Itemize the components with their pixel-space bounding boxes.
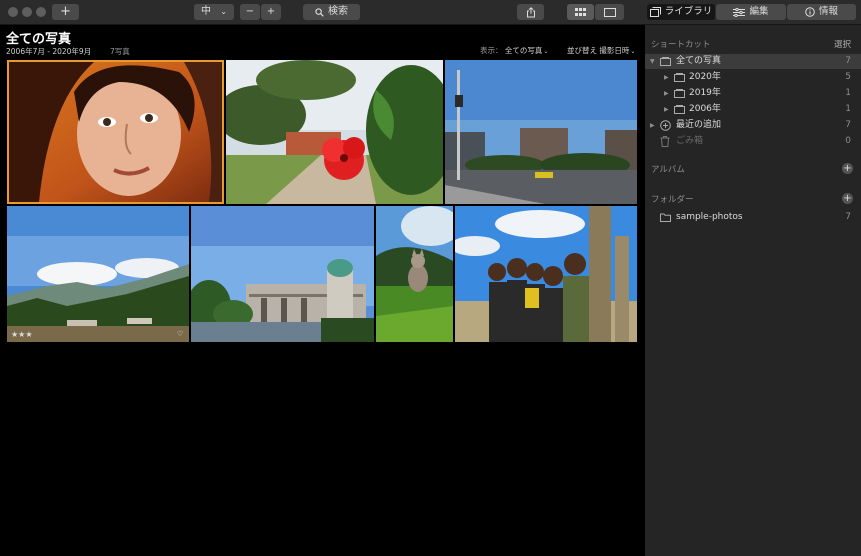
thumbnail-size-label: 中	[201, 6, 212, 17]
close-window-button[interactable]	[8, 7, 18, 17]
photo-thumbnail-building[interactable]	[191, 206, 374, 342]
tab-library-label: ライブラリ	[664, 6, 713, 17]
photo-thumbnail-cat[interactable]	[376, 206, 453, 342]
sidebar-item-label: 2019年	[689, 88, 721, 98]
tab-library[interactable]: ライブラリ	[647, 4, 715, 20]
share-button[interactable]	[517, 4, 544, 20]
sidebar-item-count: 1	[845, 104, 851, 114]
sidebar-item-count: 1	[845, 88, 851, 98]
tab-info-label: 情報	[818, 6, 838, 17]
photo-library-icon	[674, 105, 685, 114]
sidebar-item-all-photos[interactable]: ▼ 全ての写真 7	[645, 54, 861, 69]
plus-circle-icon	[660, 120, 671, 131]
sidebar-item-count: 5	[845, 72, 851, 82]
sort-select[interactable]: 並び替え 撮影日時⌄	[567, 45, 635, 56]
sidebar-item-recently-added[interactable]: ▶ 最近の追加 7	[645, 118, 861, 133]
photo-library-icon	[674, 73, 685, 82]
albums-header: アルバム	[651, 165, 685, 175]
sidebar-item-label: 全ての写真	[676, 56, 722, 66]
photo-grid-area: 全ての写真 2006年7月 - 2020年9月 7写真 表示： 全ての写真⌄ 並…	[0, 25, 645, 556]
trash-icon	[660, 136, 670, 147]
page-title: 全ての写真	[6, 32, 72, 47]
view-filter-label: 表示：	[480, 46, 503, 55]
chevron-down-icon: ⌄	[630, 48, 636, 55]
shortcuts-header: ショートカット	[651, 40, 711, 50]
grid-view-button[interactable]	[567, 4, 594, 20]
share-icon	[526, 6, 535, 17]
sort-value: 撮影日時	[599, 46, 630, 55]
library-icon	[649, 7, 661, 17]
photo-thumbnail-group[interactable]	[455, 206, 637, 342]
sliders-icon	[733, 7, 746, 17]
sidebar-item-2019[interactable]: ▶ 2019年 1	[645, 86, 861, 101]
sort-label: 並び替え	[567, 46, 597, 55]
photo-library-icon	[660, 57, 671, 66]
single-view-button[interactable]	[595, 4, 624, 20]
expand-triangle-icon[interactable]: ▶	[664, 86, 669, 101]
cat-photo	[376, 206, 453, 342]
folder-icon	[660, 213, 671, 222]
heart-icon: ♡	[177, 330, 183, 338]
sidebar-item-count: 7	[845, 212, 851, 222]
photo-thumbnail-portrait[interactable]	[7, 60, 224, 204]
add-album-button[interactable]: +	[842, 163, 853, 174]
zoom-in-button[interactable]: +	[261, 4, 281, 20]
grid-icon	[575, 8, 586, 16]
view-filter-value: 全ての写真	[504, 46, 543, 55]
hibiscus-photo	[226, 60, 443, 204]
expand-triangle-icon[interactable]: ▶	[664, 102, 669, 117]
photo-thumbnail-hibiscus[interactable]	[226, 60, 443, 204]
zoom-out-button[interactable]: −	[240, 4, 260, 20]
sidebar-item-2006[interactable]: ▶ 2006年 1	[645, 102, 861, 117]
building-photo	[191, 206, 374, 342]
sidebar-item-label: 2020年	[689, 72, 721, 82]
view-filter-select[interactable]: 表示： 全ての写真⌄	[480, 45, 548, 56]
sidebar-item-trash[interactable]: ごみ箱 0	[645, 134, 861, 149]
sidebar-item-label: sample-photos	[676, 212, 743, 222]
photo-library-icon	[674, 89, 685, 98]
group-photo	[455, 206, 637, 342]
minimize-window-button[interactable]	[22, 7, 32, 17]
toolbar: + 中 ⌄ − + 検索 ライブラリ 編集 情報	[0, 0, 861, 25]
add-button[interactable]: +	[52, 4, 79, 20]
photo-count: 7写真	[110, 47, 130, 56]
zoom-window-button[interactable]	[36, 7, 46, 17]
thumbnail-size-select[interactable]: 中 ⌄	[194, 4, 234, 20]
tab-edit-label: 編集	[749, 6, 769, 17]
search-icon	[315, 7, 324, 17]
expand-triangle-icon[interactable]: ▼	[650, 54, 655, 69]
folders-header: フォルダー	[651, 195, 694, 205]
single-photo-icon	[603, 7, 616, 17]
sidebar-item-sample-photos[interactable]: sample-photos 7	[645, 210, 861, 225]
sidebar-item-count: 7	[845, 120, 851, 130]
search-button[interactable]: 検索	[303, 4, 360, 20]
sidebar-item-count: 0	[845, 136, 851, 146]
sidebar-item-label: 2006年	[689, 104, 721, 114]
add-folder-button[interactable]: +	[842, 193, 853, 204]
sidebar-item-2020[interactable]: ▶ 2020年 5	[645, 70, 861, 85]
sidebar-item-label: 最近の追加	[676, 120, 722, 130]
sidebar-item-count: 7	[845, 56, 851, 66]
rating-stars-icon: ★★★	[11, 330, 33, 339]
search-label: 検索	[328, 6, 348, 17]
photo-thumbnail-mountains[interactable]: ★★★ ♡	[7, 206, 189, 342]
select-button[interactable]: 選択	[834, 38, 851, 50]
sidebar: ショートカット 選択 ▼ 全ての写真 7 ▶ 2020年 5 ▶ 2019年 1…	[645, 25, 861, 556]
chevron-down-icon: ⌄	[220, 7, 227, 16]
city-photo	[445, 60, 637, 204]
tab-edit[interactable]: 編集	[716, 4, 786, 20]
mountains-photo: ★★★ ♡	[7, 206, 189, 342]
sidebar-item-label: ごみ箱	[676, 136, 704, 146]
expand-triangle-icon[interactable]: ▶	[650, 118, 655, 133]
date-range: 2006年7月 - 2020年9月	[6, 47, 92, 56]
photo-thumbnail-city[interactable]	[445, 60, 637, 204]
tab-info[interactable]: 情報	[787, 4, 856, 20]
expand-triangle-icon[interactable]: ▶	[664, 70, 669, 85]
info-icon	[805, 7, 815, 17]
chevron-down-icon: ⌄	[543, 48, 549, 55]
portrait-photo	[9, 62, 222, 202]
